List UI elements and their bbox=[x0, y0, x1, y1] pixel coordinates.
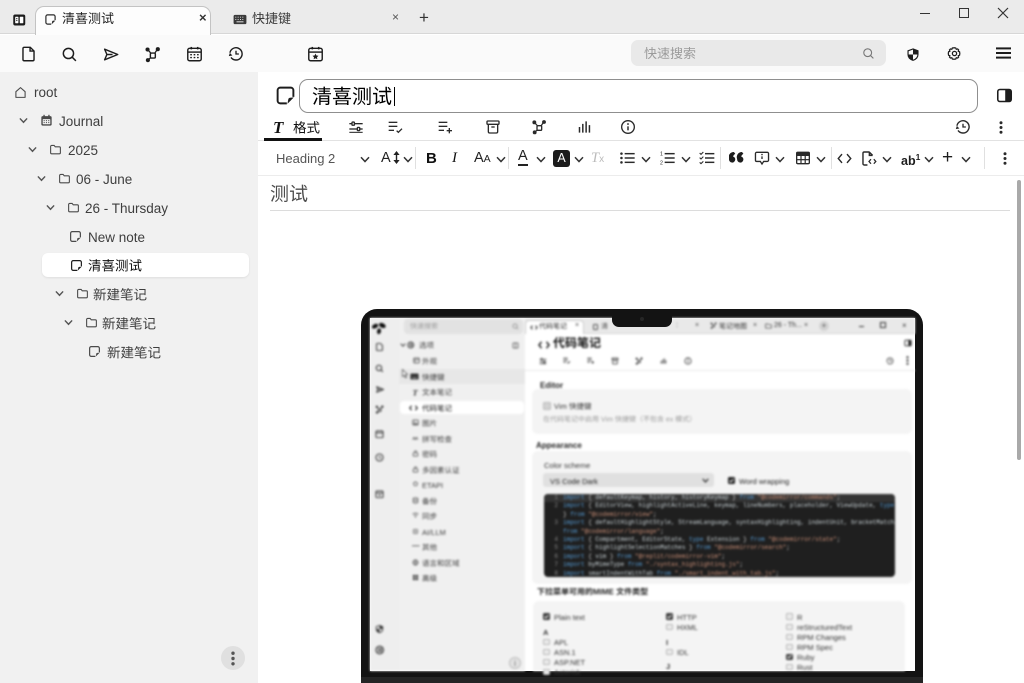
svg-text:2: 2 bbox=[660, 160, 663, 165]
svg-text:1: 1 bbox=[660, 152, 663, 158]
